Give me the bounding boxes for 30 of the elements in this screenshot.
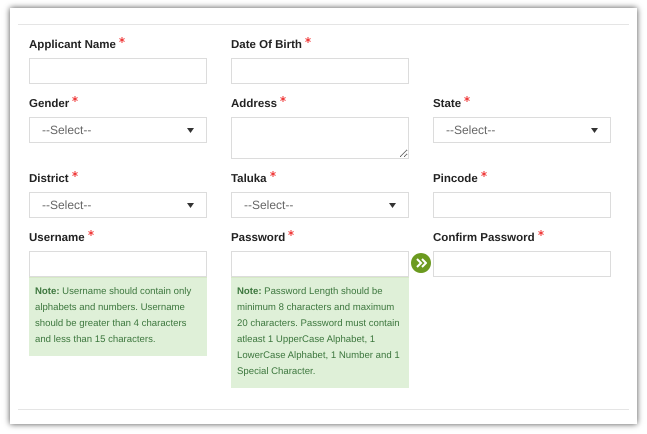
field-label: District <box>29 172 69 186</box>
field-label: Taluka <box>231 172 267 186</box>
field-label: Pincode <box>433 172 478 186</box>
field-label: Confirm Password <box>433 231 535 245</box>
input-field[interactable] <box>433 251 611 277</box>
dropdown-arrow-icon <box>187 128 194 132</box>
field-label: Address <box>231 97 278 111</box>
input-field[interactable] <box>29 251 207 277</box>
dropdown-arrow-icon <box>389 202 396 208</box>
input-field[interactable] <box>231 58 409 84</box>
note-text: Note: Username should contain only alphabets and numbers. Username should be greater than 4 characters and less than 15 characters. <box>29 277 207 356</box>
field-label: Applicant Name <box>29 38 116 52</box>
field-label: Password <box>231 231 286 245</box>
double-chevron-icon <box>416 258 426 268</box>
dropdown-arrow-icon <box>187 202 194 208</box>
input-field[interactable] <box>29 58 207 84</box>
input-field[interactable] <box>433 192 611 218</box>
field-label: State <box>433 97 462 111</box>
input-field[interactable] <box>231 251 409 277</box>
select-field[interactable]: --Select-- <box>29 117 207 143</box>
select-field[interactable]: --Select-- <box>231 192 409 218</box>
field-label: Username <box>29 231 85 245</box>
field-label: Date Of Birth <box>231 38 302 52</box>
dropdown-arrow-icon <box>591 128 598 132</box>
input-field[interactable] <box>231 117 409 159</box>
next-button[interactable] <box>411 253 431 273</box>
field-label: Gender <box>29 97 70 111</box>
select-field[interactable]: --Select-- <box>29 192 207 218</box>
note-text: Note: Password Length should be minimum 8 characters and maximum 20 characters. Password must contain atleast 1 UpperCase Alphabet, 1 LowerCase Alphabet, 1 Number and 1 Special Character. <box>231 277 409 388</box>
select-field[interactable]: --Select-- <box>433 117 611 143</box>
